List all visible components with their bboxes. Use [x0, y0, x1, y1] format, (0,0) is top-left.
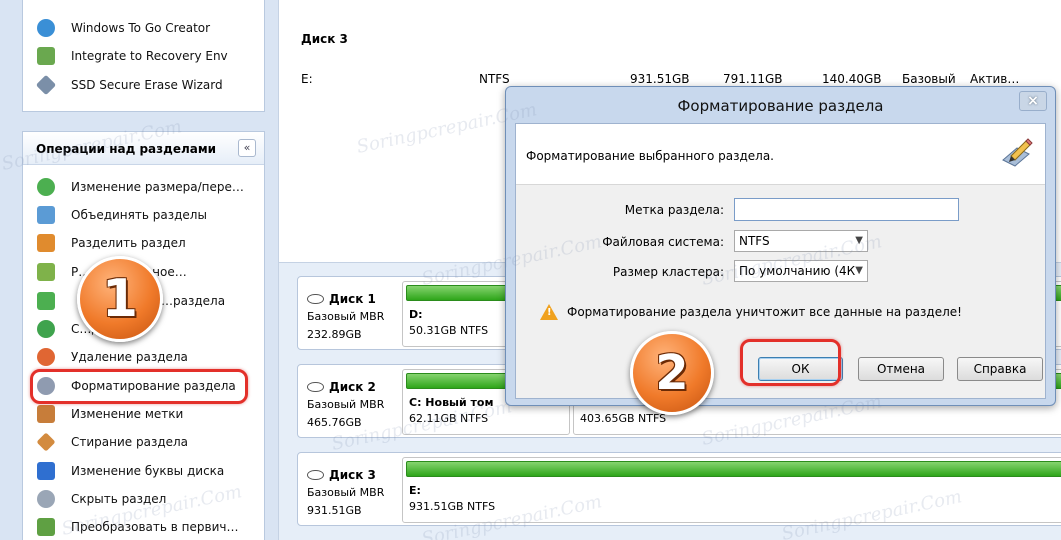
- create-partition-icon: [37, 320, 55, 338]
- sidebar-item-convert-primary[interactable]: Преобразовать в первич…: [37, 514, 238, 540]
- disk-3-heading: Диск 3: [301, 32, 348, 46]
- ok-button-highlight: [740, 339, 841, 386]
- sidebar-item-change-label[interactable]: Изменение метки: [37, 401, 183, 427]
- cluster-size-select[interactable]: По умолчанию (4К ▼: [734, 260, 868, 282]
- partition-label: D:: [409, 308, 423, 321]
- collapse-chevron-icon[interactable]: «: [238, 139, 256, 157]
- disk-1-type: Базовый MBR: [307, 310, 385, 323]
- disk-3-type: Базовый MBR: [307, 486, 385, 499]
- dialog-description: Форматирование выбранного раздела.: [526, 149, 774, 163]
- disk-1-size: 232.89GB: [307, 328, 362, 341]
- sidebar-item-wipe-partition[interactable]: Стирание раздела: [36, 429, 188, 455]
- hard-disk-icon: [307, 382, 324, 392]
- partition-operations-panel: Операции над разделами « Изменение разме…: [22, 131, 265, 540]
- format-partition-highlight: [30, 369, 248, 404]
- warning-message: Форматирование раздела уничтожит все дан…: [540, 304, 962, 320]
- windows-to-go-icon: [37, 19, 55, 37]
- partition-label: C: Новый том: [409, 396, 494, 409]
- volume-fs: NTFS: [479, 72, 510, 86]
- step-1-badge: 1: [77, 256, 163, 342]
- partition-e[interactable]: E: 931.51GB NTFS: [402, 457, 1061, 523]
- sidebar-item-delete-partition[interactable]: Удаление раздела: [37, 344, 188, 370]
- format-pencil-icon: [1002, 138, 1033, 167]
- disk-2-type: Базовый MBR: [307, 398, 385, 411]
- volume-free: 140.40GB: [822, 72, 882, 86]
- disk-3-name: Диск 3: [307, 468, 376, 482]
- sidebar-item-split[interactable]: Разделить раздел: [37, 230, 186, 256]
- change-label-icon: [37, 405, 55, 423]
- volume-used: 791.11GB: [723, 72, 783, 86]
- cluster-size-caption: Размер кластера:: [612, 265, 724, 279]
- sidebar-item-change-letter[interactable]: Изменение буквы диска: [37, 458, 224, 484]
- recovery-env-icon: [37, 47, 55, 65]
- file-system-value: NTFS: [739, 234, 770, 248]
- disk-2-size: 465.76GB: [307, 416, 362, 429]
- partition-info: 403.65GB NTFS: [580, 412, 667, 425]
- partition-info: 62.11GB NTFS: [409, 412, 489, 425]
- sidebar-item-ssd-erase[interactable]: SSD Secure Erase Wizard: [35, 72, 223, 98]
- merge-icon: [37, 206, 55, 224]
- volume-letter: E:: [301, 72, 313, 86]
- wipe-partition-icon: [36, 432, 56, 452]
- sidebar-item-resize[interactable]: Изменение размера/пере…: [37, 174, 244, 200]
- step-2-badge: 2: [630, 331, 714, 415]
- delete-partition-icon: [37, 348, 55, 366]
- sidebar-item-recovery-env[interactable]: Integrate to Recovery Env: [37, 43, 228, 69]
- resize-icon: [37, 178, 55, 196]
- change-letter-icon: [37, 462, 55, 480]
- disk-card-3[interactable]: Диск 3 Базовый MBR 931.51GB E: 931.51GB …: [297, 452, 1061, 526]
- allocate-free-icon: [37, 263, 55, 281]
- cancel-button[interactable]: Отмена: [858, 357, 944, 381]
- sidebar-item-merge[interactable]: Объединять разделы: [37, 202, 207, 228]
- hide-partition-icon: [37, 490, 55, 508]
- ssd-erase-icon: [35, 74, 57, 96]
- wizards-panel: Windows To Go Creator Integrate to Recov…: [22, 0, 265, 112]
- hard-disk-icon: [307, 294, 324, 304]
- dialog-header-band: Форматирование выбранного раздела.: [516, 124, 1045, 185]
- disk-1-name: Диск 1: [307, 292, 376, 306]
- partition-label-caption: Метка раздела:: [624, 203, 724, 217]
- partition-usage-bar: [406, 461, 1061, 477]
- volume-type: Базовый: [902, 72, 956, 86]
- partition-info: 50.31GB NTFS: [409, 324, 489, 337]
- chevron-down-icon: ▼: [855, 265, 863, 276]
- partition-operations-title: Операции над разделами: [36, 142, 217, 156]
- sidebar-item-hide-partition[interactable]: Скрыть раздел: [37, 486, 166, 512]
- dialog-title: Форматирование раздела: [677, 97, 884, 115]
- file-system-select[interactable]: NTFS ▼: [734, 230, 868, 252]
- volume-capacity: 931.51GB: [630, 72, 690, 86]
- convert-primary-icon: [37, 518, 55, 536]
- copy-partition-icon: [37, 292, 55, 310]
- file-system-caption: Файловая система:: [602, 235, 724, 249]
- partition-operations-header[interactable]: Операции над разделами «: [23, 132, 264, 165]
- disk-3-size: 931.51GB: [307, 504, 362, 517]
- disk-2-name: Диск 2: [307, 380, 376, 394]
- partition-label: E:: [409, 484, 421, 497]
- partition-info: 931.51GB NTFS: [409, 500, 496, 513]
- hard-disk-icon: [307, 470, 324, 480]
- partition-label-input[interactable]: [734, 198, 959, 221]
- sidebar-item-windows-to-go[interactable]: Windows To Go Creator: [37, 15, 210, 41]
- chevron-down-icon: ▼: [855, 235, 863, 246]
- volume-status: Актив…: [970, 72, 1020, 86]
- split-icon: [37, 234, 55, 252]
- help-button[interactable]: Справка: [957, 357, 1043, 381]
- dialog-close-button[interactable]: ×: [1019, 91, 1047, 111]
- warning-icon: [540, 304, 558, 320]
- cluster-size-value: По умолчанию (4К: [739, 264, 856, 278]
